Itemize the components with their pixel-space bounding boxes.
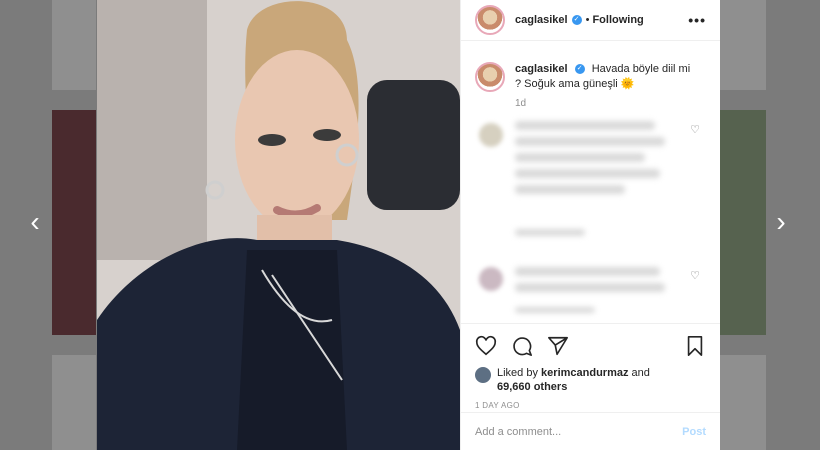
post-header: caglasikel ✓ • Following ••• [461, 0, 720, 41]
blurred-text [515, 283, 665, 292]
post-actions: Liked by kerimcandurmaz and 69,660 other… [461, 323, 720, 410]
blurred-text [515, 153, 645, 162]
blurred-comment: ♡ [475, 263, 706, 320]
background-feed-tile [720, 110, 766, 335]
separator-dot: • [585, 14, 590, 26]
comments-list[interactable]: caglasikel ✓ Havada böyle diil mi ? Soğu… [461, 48, 720, 320]
blurred-avatar [479, 267, 503, 291]
likes-count-link[interactable]: 69,660 others [497, 381, 567, 393]
comment-like-heart-icon[interactable]: ♡ [690, 123, 700, 136]
liker-avatar[interactable] [475, 367, 491, 383]
add-comment-bar: Post [461, 412, 720, 450]
caption-timestamp: 1d [515, 98, 527, 109]
comment-like-heart-icon[interactable]: ♡ [690, 269, 700, 282]
background-feed-tile [52, 0, 96, 90]
share-paper-plane-icon[interactable] [547, 335, 569, 357]
comment-bubble-icon[interactable] [511, 335, 533, 357]
background-feed-tile [720, 355, 766, 450]
liked-by-and: and [631, 367, 650, 379]
verified-badge-icon: ✓ [574, 64, 585, 75]
caption-author-username[interactable]: caglasikel [515, 63, 568, 75]
selfie-photo-illustration [97, 0, 460, 450]
blurred-text [515, 307, 595, 313]
post-photo[interactable] [97, 0, 460, 450]
blurred-comment: ♡ [475, 119, 706, 259]
background-feed-tile [720, 0, 766, 90]
add-comment-input[interactable] [475, 425, 683, 438]
post-side-panel: caglasikel ✓ • Following ••• caglasikel … [460, 0, 720, 450]
post-timestamp: 1 DAY AGO [475, 401, 520, 410]
action-icons-row [475, 332, 706, 360]
blurred-text [515, 137, 665, 146]
more-options-icon[interactable]: ••• [688, 12, 706, 28]
like-heart-icon[interactable] [475, 335, 497, 357]
blurred-text [515, 267, 660, 276]
blurred-text [515, 229, 585, 236]
post-comment-button[interactable]: Post [682, 426, 706, 438]
liked-by-username[interactable]: kerimcandurmaz [541, 367, 628, 379]
verified-badge-icon: ✓ [571, 15, 582, 25]
blurred-text [515, 169, 660, 178]
blurred-avatar [479, 123, 503, 147]
liked-by-prefix: Liked by [497, 367, 538, 379]
caption-author-avatar[interactable] [475, 62, 505, 92]
author-avatar[interactable] [475, 5, 505, 35]
previous-post-arrow-icon[interactable]: ‹ [26, 207, 44, 237]
following-button[interactable]: Following [592, 14, 643, 26]
post-modal: caglasikel ✓ • Following ••• caglasikel … [97, 0, 720, 450]
next-post-arrow-icon[interactable]: › [772, 207, 790, 237]
author-username[interactable]: caglasikel [515, 14, 568, 26]
blurred-text [515, 121, 655, 130]
background-feed-tile [52, 355, 96, 450]
save-bookmark-icon[interactable] [684, 335, 706, 357]
blurred-text [515, 185, 625, 194]
likes-summary: Liked by kerimcandurmaz and 69,660 other… [475, 366, 706, 394]
background-feed-tile [52, 110, 96, 335]
post-caption: caglasikel ✓ Havada böyle diil mi ? Soğu… [475, 48, 706, 92]
